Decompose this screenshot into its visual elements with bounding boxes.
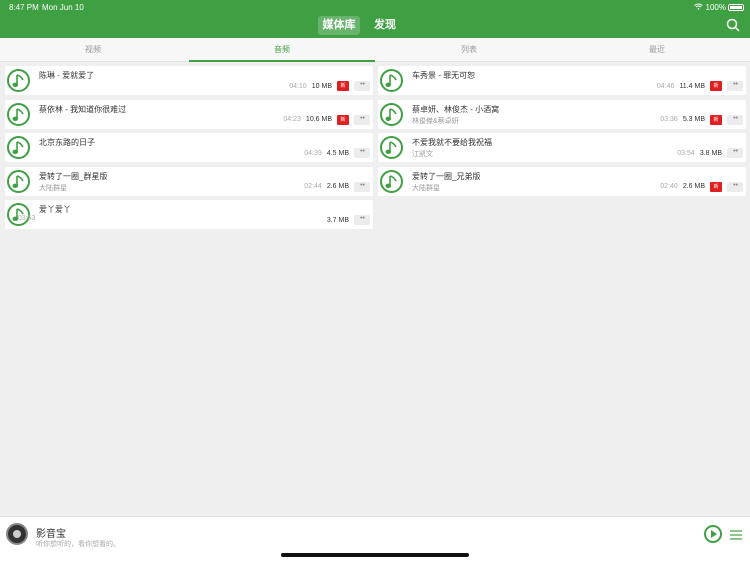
list-item[interactable]: 北京东路的日子 04:39 4.5 MB • •	[5, 133, 373, 162]
track-artist: 大陆群星	[412, 184, 440, 192]
track-size: 10 MB	[311, 82, 332, 90]
subtab-playlist[interactable]: 列表	[376, 38, 562, 62]
track-artist: 大陆群星	[39, 184, 67, 192]
battery-icon	[728, 4, 744, 11]
music-note-icon	[7, 102, 30, 126]
tab-library[interactable]: 媒体库	[318, 16, 360, 35]
track-meta: 04:23 10.6 MB 新 • •	[283, 114, 370, 125]
play-icon[interactable]	[704, 525, 722, 543]
wifi-icon	[693, 3, 703, 12]
list-item[interactable]: 陈琳 - 爱就爱了 04:10 10 MB 新 • •	[5, 66, 373, 95]
more-button[interactable]: • •	[727, 181, 743, 192]
track-meta: 03:53 3.7 MB • •	[18, 215, 370, 225]
new-badge: 新	[710, 114, 722, 125]
music-note-icon	[380, 69, 403, 92]
player-title: 影音宝	[36, 529, 66, 540]
track-title: 蔡卓妍、林俊杰 - 小酒窝	[412, 104, 500, 114]
list-item[interactable]: 不爱我就不要给我祝福 江凯文 03:54 3.8 MB • •	[378, 133, 746, 162]
list-item[interactable]: 爱转了一圈_群星版 大陆群星 02:44 2.6 MB • •	[5, 166, 373, 196]
track-meta: 04:39 4.5 MB • •	[304, 148, 370, 158]
audio-list-right: 车秀景 - 罪无可恕 04:46 11.4 MB 新 • • 蔡卓妍、林俊杰 -…	[378, 66, 746, 200]
more-button[interactable]: • •	[354, 81, 370, 91]
subtab-bar: 视频 音频 列表 最近	[0, 38, 750, 62]
track-meta: 04:10 10 MB 新 • •	[289, 81, 370, 91]
track-size: 2.6 MB	[682, 183, 705, 190]
home-indicator	[281, 553, 469, 557]
more-button[interactable]: • •	[727, 148, 743, 158]
track-duration: 04:46	[656, 82, 675, 90]
track-artist: 林俊傑&蔡卓妍	[412, 117, 459, 125]
app-header: 8:47 PM Mon Jun 10 100% 媒体库 发现	[0, 0, 750, 38]
music-note-icon	[380, 136, 403, 159]
more-button[interactable]: • •	[727, 114, 743, 125]
track-title: 蔡依林 - 我知道你很难过	[39, 104, 127, 114]
disc-icon	[6, 523, 28, 545]
music-note-icon	[380, 169, 403, 193]
music-note-icon	[7, 69, 30, 92]
track-size: 11.4 MB	[679, 82, 705, 90]
track-duration: 03:54	[677, 149, 695, 157]
track-meta: 03:54 3.8 MB • •	[677, 148, 743, 158]
track-meta: 04:46 11.4 MB 新 • •	[657, 81, 743, 91]
track-duration: 02:44	[304, 183, 322, 190]
list-item[interactable]: 爱转了一圈_兄弟版 大陆群星 02:40 2.6 MB 新 • •	[378, 166, 746, 196]
track-title: 爱丫爱丫	[39, 205, 71, 214]
track-size: 5.3 MB	[682, 116, 705, 123]
more-button[interactable]: • •	[727, 81, 743, 91]
track-duration: 03:36	[660, 116, 678, 123]
list-item[interactable]: 蔡卓妍、林俊杰 - 小酒窝 林俊傑&蔡卓妍 03:36 5.3 MB 新 • •	[378, 99, 746, 129]
music-note-icon	[7, 169, 30, 193]
subtab-recent[interactable]: 最近	[564, 38, 750, 62]
track-title: 北京东路的日子	[39, 138, 95, 147]
new-badge: 新	[710, 81, 722, 91]
track-size: 3.8 MB	[699, 149, 722, 157]
more-button[interactable]: • •	[354, 181, 370, 192]
track-duration: 04:39	[304, 149, 322, 157]
new-badge: 新	[337, 81, 349, 91]
subtab-audio[interactable]: 音频	[189, 38, 375, 62]
track-duration: 03:53	[17, 215, 36, 222]
music-note-icon	[380, 102, 403, 126]
playlist-icon[interactable]	[730, 528, 742, 540]
new-badge: 新	[337, 114, 349, 125]
track-artist: 江凯文	[412, 151, 433, 158]
track-title: 爱转了一圈_群星版	[39, 171, 108, 181]
player-subtitle: 听你想听的，看你想看的。	[36, 541, 120, 548]
track-duration: 04:10	[289, 82, 307, 90]
status-date: Mon Jun 10	[42, 3, 84, 12]
more-button[interactable]: • •	[354, 148, 370, 158]
track-title: 陈琳 - 爱就爱了	[39, 71, 95, 80]
track-meta: 02:40 2.6 MB 新 • •	[660, 181, 743, 192]
more-button[interactable]: • •	[354, 114, 370, 125]
tab-discover[interactable]: 发现	[372, 16, 398, 35]
track-size: 10.6 MB	[305, 116, 332, 123]
search-icon[interactable]	[726, 18, 740, 32]
track-duration: 02:40	[660, 183, 678, 190]
status-time: 8:47 PM	[9, 3, 39, 12]
track-size: 4.5 MB	[326, 149, 349, 157]
list-item[interactable]: 蔡依林 - 我知道你很难过 04:23 10.6 MB 新 • •	[5, 99, 373, 129]
track-meta: 03:36 5.3 MB 新 • •	[660, 114, 743, 125]
music-note-icon	[7, 136, 30, 159]
status-right: 100%	[693, 3, 726, 12]
more-button[interactable]: • •	[354, 215, 370, 225]
audio-list-left: 陈琳 - 爱就爱了 04:10 10 MB 新 • • 蔡依林 - 我知道你很难…	[5, 66, 373, 234]
track-meta: 02:44 2.6 MB • •	[304, 181, 370, 192]
track-title: 车秀景 - 罪无可恕	[412, 71, 476, 80]
track-title: 爱转了一圈_兄弟版	[412, 171, 481, 181]
new-badge: 新	[710, 181, 722, 192]
list-item[interactable]: 爱丫爱丫 03:53 3.7 MB • •	[5, 200, 373, 229]
track-size: 2.6 MB	[326, 183, 349, 190]
subtab-video[interactable]: 视频	[0, 38, 186, 62]
track-title: 不爱我就不要给我祝福	[412, 138, 492, 147]
track-size: 3.7 MB	[326, 216, 349, 224]
track-duration: 04:23	[283, 116, 301, 123]
list-item[interactable]: 车秀景 - 罪无可恕 04:46 11.4 MB 新 • •	[378, 66, 746, 95]
battery-percent: 100%	[705, 3, 726, 12]
